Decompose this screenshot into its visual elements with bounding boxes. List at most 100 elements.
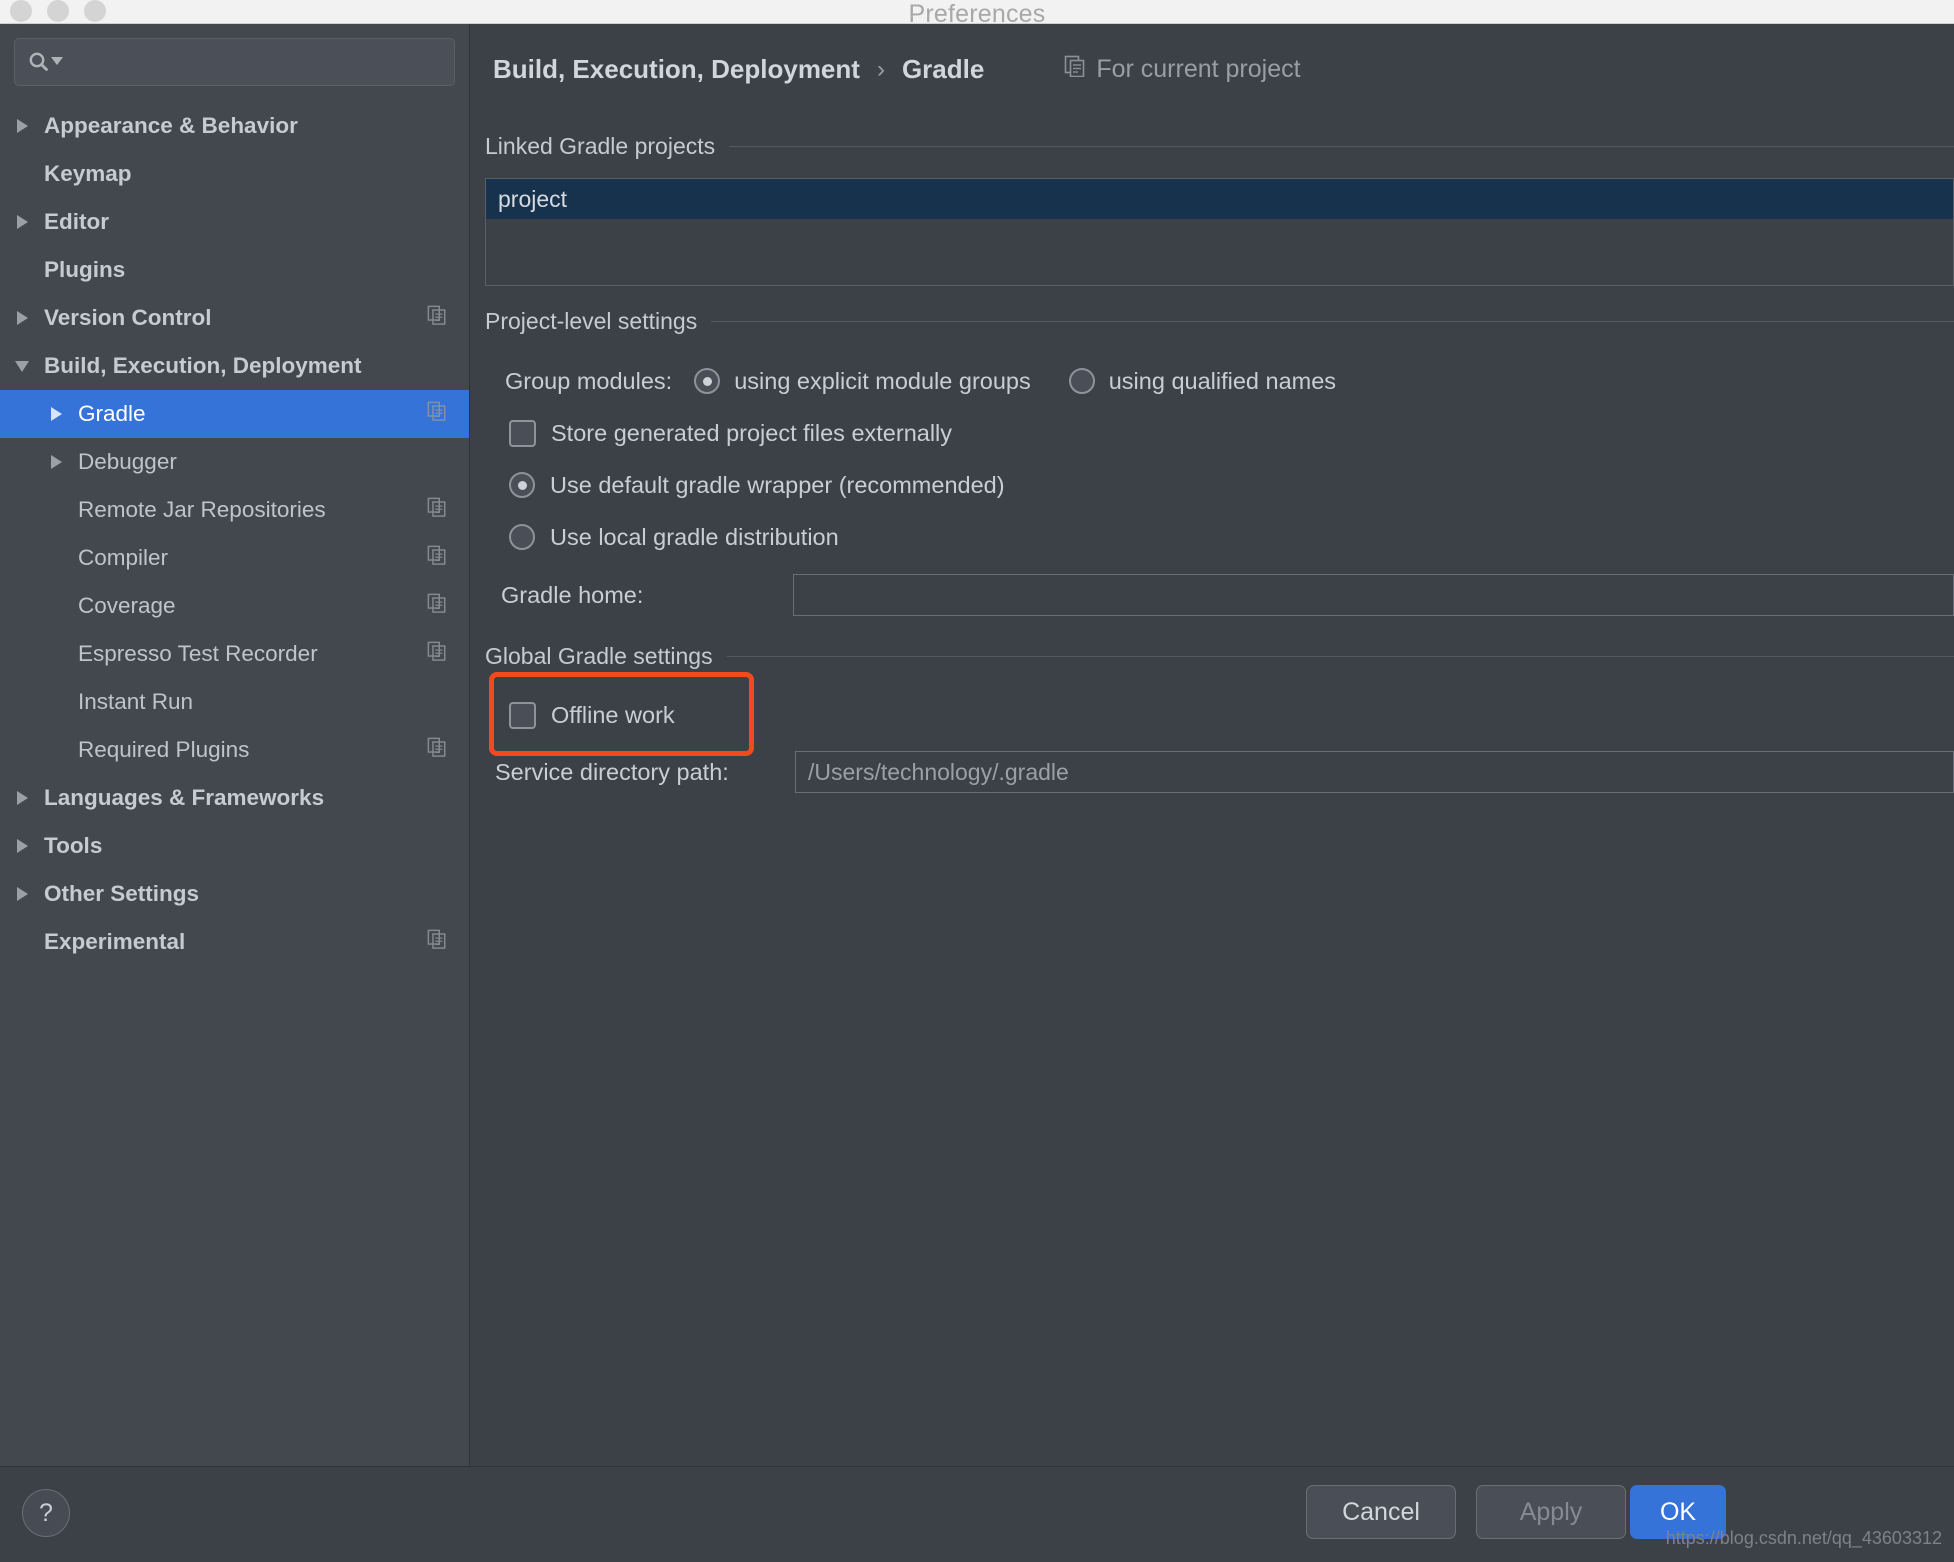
expand-arrow-icon[interactable] — [0, 119, 44, 133]
expand-arrow-icon[interactable] — [0, 839, 44, 853]
search-container — [0, 24, 469, 86]
linked-project-name: project — [498, 185, 568, 212]
sidebar-item-espresso-test-recorder[interactable]: Espresso Test Recorder — [0, 630, 469, 678]
section-divider — [726, 656, 1954, 657]
search-icon — [27, 50, 51, 74]
sidebar-item-label: Coverage — [78, 593, 176, 618]
radio-label-explicit-groups: using explicit module groups — [734, 367, 1031, 394]
radio-use-local-gradle-distribution[interactable] — [509, 524, 535, 550]
sidebar-item-tools[interactable]: Tools — [0, 822, 469, 870]
sidebar-item-label: Build, Execution, Deployment — [44, 353, 362, 378]
expand-arrow-icon[interactable] — [0, 887, 44, 901]
expand-arrow-icon[interactable] — [34, 407, 78, 421]
chevron-right-icon — [16, 215, 28, 229]
sidebar-item-languages-frameworks[interactable]: Languages & Frameworks — [0, 774, 469, 822]
radio-using-qualified-names[interactable] — [1068, 368, 1095, 394]
breadcrumb: Build, Execution, Deployment › Gradle Fo… — [471, 24, 1954, 85]
sidebar-item-required-plugins[interactable]: Required Plugins — [0, 726, 469, 774]
copy-settings-icon[interactable] — [427, 401, 447, 427]
section-divider — [729, 146, 1954, 147]
list-item[interactable]: project — [486, 179, 1953, 219]
section-divider — [711, 321, 1954, 322]
search-dropdown-icon[interactable] — [51, 53, 63, 71]
gradle-home-input[interactable] — [793, 574, 1954, 616]
expand-arrow-icon[interactable] — [0, 311, 44, 325]
checkbox-store-generated-files-externally[interactable] — [509, 419, 536, 447]
sidebar-item-gradle[interactable]: Gradle — [0, 390, 469, 438]
sidebar-item-editor[interactable]: Editor — [0, 198, 469, 246]
expand-arrow-icon[interactable] — [0, 360, 44, 372]
settings-main-panel: Build, Execution, Deployment › Gradle Fo… — [471, 24, 1954, 1466]
copy-settings-icon[interactable] — [427, 593, 447, 619]
scope-label: For current project — [1096, 55, 1301, 83]
sidebar-item-keymap[interactable]: Keymap — [0, 150, 469, 198]
sidebar-item-label: Espresso Test Recorder — [78, 641, 318, 666]
chevron-right-icon — [16, 311, 28, 325]
settings-tree: Appearance & Behavior Keymap Editor Plugins… — [0, 102, 469, 966]
chevron-right-icon — [50, 407, 62, 421]
expand-arrow-icon[interactable] — [0, 215, 44, 229]
use-default-wrapper-label: Use default gradle wrapper (recommended) — [550, 471, 1005, 498]
group-modules-row: Group modules: using explicit module gro… — [485, 355, 1954, 407]
sidebar-item-instant-run[interactable]: Instant Run — [0, 678, 469, 726]
sidebar-item-coverage[interactable]: Coverage — [0, 582, 469, 630]
sidebar-item-plugins[interactable]: Plugins — [0, 246, 469, 294]
sidebar-item-label: Instant Run — [78, 689, 194, 714]
sidebar-item-label: Tools — [44, 833, 103, 858]
copy-settings-icon[interactable] — [427, 737, 447, 763]
dialog-footer: ? Cancel Apply OK — [0, 1466, 1954, 1562]
chevron-right-icon — [16, 791, 28, 805]
sidebar-item-compiler[interactable]: Compiler — [0, 534, 469, 582]
linked-projects-list[interactable]: project — [485, 178, 1954, 286]
search-box[interactable] — [14, 38, 455, 86]
sidebar-item-label: Remote Jar Repositories — [78, 497, 326, 522]
copy-settings-icon[interactable] — [427, 305, 447, 331]
sidebar-item-label: Plugins — [44, 257, 126, 282]
expand-arrow-icon[interactable] — [34, 455, 78, 469]
group-modules-label: Group modules: — [505, 367, 673, 394]
sidebar-item-label: Debugger — [78, 449, 177, 474]
expand-arrow-icon[interactable] — [0, 791, 44, 805]
copy-settings-icon[interactable] — [427, 545, 447, 571]
help-button[interactable]: ? — [22, 1489, 70, 1537]
chevron-right-icon — [16, 839, 28, 853]
sidebar-item-debugger[interactable]: Debugger — [0, 438, 469, 486]
breadcrumb-root[interactable]: Build, Execution, Deployment — [493, 54, 860, 85]
use-local-distribution-row: Use local gradle distribution — [485, 511, 1954, 563]
copy-settings-icon[interactable] — [427, 497, 447, 523]
sidebar-item-other-settings[interactable]: Other Settings — [0, 870, 469, 918]
radio-label-qualified-names: using qualified names — [1108, 367, 1337, 394]
chevron-down-icon — [15, 360, 29, 372]
use-default-wrapper-row: Use default gradle wrapper (recommended) — [485, 459, 1954, 511]
sidebar-item-build-execution-deployment[interactable]: Build, Execution, Deployment — [0, 342, 469, 390]
breadcrumb-leaf: Gradle — [901, 54, 985, 84]
cancel-button[interactable]: Cancel — [1306, 1485, 1456, 1539]
sidebar-item-appearance-behavior[interactable]: Appearance & Behavior — [0, 102, 469, 150]
offline-work-highlight-annotation — [489, 672, 754, 756]
apply-button[interactable]: Apply — [1476, 1485, 1626, 1539]
sidebar-item-label: Editor — [44, 209, 109, 234]
gradle-home-row: Gradle home: — [485, 569, 1954, 621]
scope-indicator: For current project — [1064, 55, 1301, 84]
chevron-right-icon — [50, 455, 62, 469]
copy-settings-icon — [1064, 55, 1086, 84]
sidebar-item-label: Compiler — [78, 545, 169, 570]
breadcrumb-separator-icon: › — [876, 55, 885, 83]
sidebar-item-label: Version Control — [44, 305, 212, 330]
use-local-distribution-label: Use local gradle distribution — [550, 523, 839, 550]
watermark-text: https://blog.csdn.net/qq_43603312 — [1665, 1528, 1942, 1548]
service-directory-input[interactable]: /Users/technology/.gradle — [795, 751, 1954, 793]
project-settings-section-header: Project-level settings — [485, 308, 1954, 335]
radio-using-explicit-module-groups[interactable] — [694, 368, 721, 394]
copy-settings-icon[interactable] — [427, 641, 447, 667]
radio-use-default-gradle-wrapper[interactable] — [509, 472, 535, 498]
service-directory-label: Service directory path: — [495, 758, 729, 785]
search-input[interactable] — [71, 50, 442, 74]
sidebar-item-label: Experimental — [44, 929, 186, 954]
sidebar-item-experimental[interactable]: Experimental — [0, 918, 469, 966]
sidebar-item-version-control[interactable]: Version Control — [0, 294, 469, 342]
project-settings-title: Project-level settings — [485, 308, 698, 334]
sidebar-item-label: Gradle — [78, 401, 146, 426]
sidebar-item-remote-jar-repositories[interactable]: Remote Jar Repositories — [0, 486, 469, 534]
copy-settings-icon[interactable] — [427, 929, 447, 955]
